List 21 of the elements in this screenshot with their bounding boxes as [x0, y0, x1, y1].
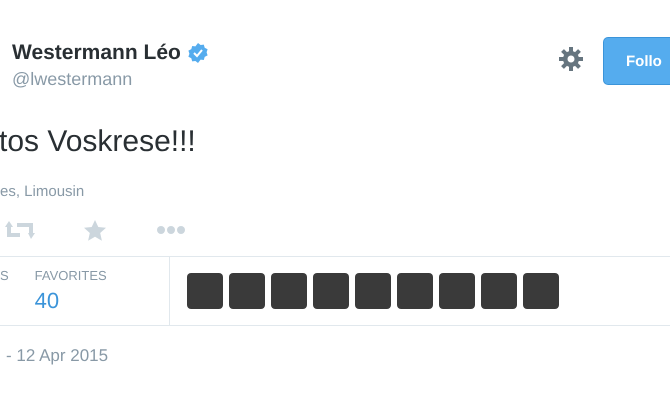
avatar-photo-placeholder[interactable] — [355, 273, 391, 309]
stat-label[interactable]: S — [0, 268, 9, 283]
settings-icon[interactable] — [558, 46, 584, 72]
avatar-photo-placeholder[interactable] — [481, 273, 517, 309]
avatar-photo-placeholder[interactable] — [229, 273, 265, 309]
stat-count[interactable]: 40 — [34, 288, 107, 314]
avatar-photo-placeholder[interactable] — [397, 273, 433, 309]
more-icon[interactable] — [157, 226, 185, 234]
stat-label[interactable]: FAVORITES — [34, 268, 107, 283]
avatar-photo-placeholder[interactable] — [313, 273, 349, 309]
author-handle[interactable]: @lwestermann — [12, 69, 209, 90]
avatar-photo-placeholder[interactable] — [271, 273, 307, 309]
follow-button[interactable]: Follo — [603, 37, 670, 85]
tweet-location[interactable]: es, Limousin — [0, 183, 670, 200]
avatar-photo-placeholder[interactable] — [523, 273, 559, 309]
tweet-date: - 12 Apr 2015 — [6, 346, 108, 365]
avatar-photo-placeholder[interactable] — [439, 273, 475, 309]
retweet-icon[interactable] — [5, 220, 36, 240]
star-icon[interactable] — [84, 220, 106, 240]
author-name[interactable]: Westermann Léo — [12, 41, 181, 65]
avatar-photo-placeholder[interactable] — [187, 273, 223, 309]
